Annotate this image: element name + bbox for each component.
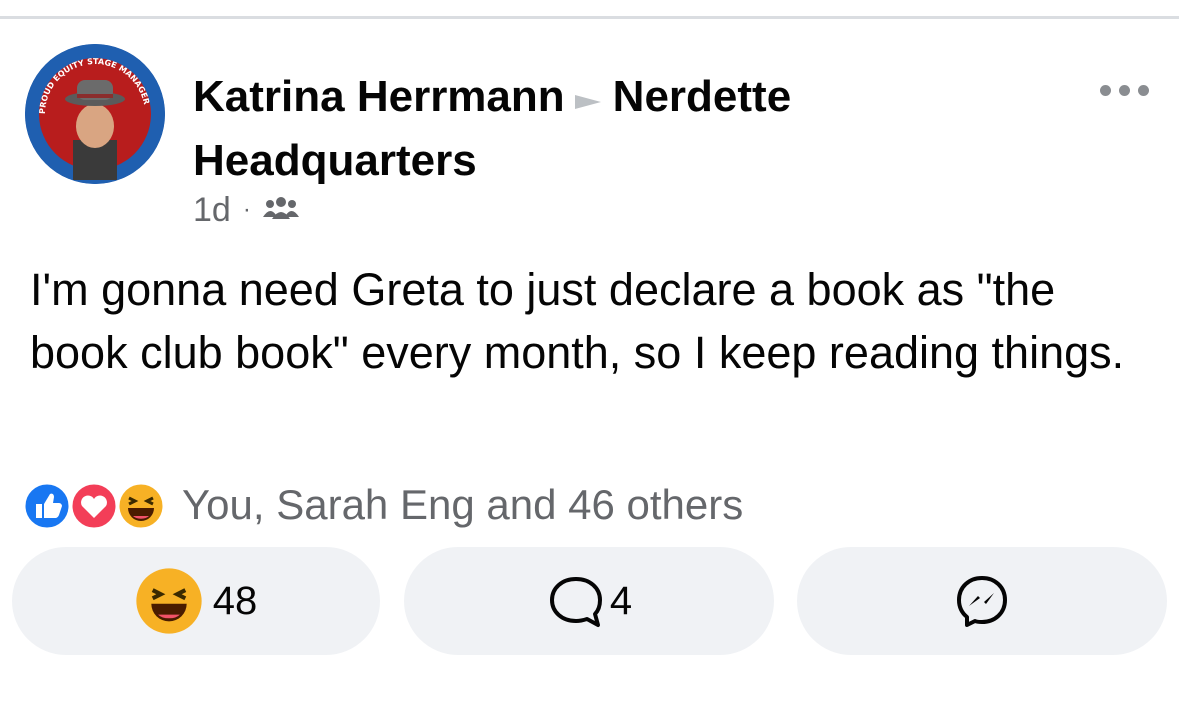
more-options-icon[interactable]	[1100, 80, 1154, 100]
meta-separator: ·	[242, 196, 251, 223]
timestamp[interactable]: 1d	[193, 191, 231, 230]
haha-icon	[136, 568, 202, 634]
react-count: 48	[212, 578, 258, 623]
reaction-summary-text: You, Sarah Eng and 46 others	[182, 481, 744, 528]
love-icon	[69, 481, 119, 531]
reaction-icons	[22, 477, 182, 533]
arrow-right-icon	[573, 68, 605, 130]
haha-icon	[116, 481, 166, 531]
react-button[interactable]: 48	[12, 547, 380, 655]
like-icon	[22, 481, 72, 531]
post-header: Katrina Herrmann Nerdette Headquarters	[193, 66, 1013, 192]
group-icon	[262, 191, 299, 230]
comment-button[interactable]: 4	[404, 547, 774, 655]
comment-count: 4	[609, 578, 633, 623]
post-text: I'm gonna need Greta to just declare a b…	[30, 264, 1125, 378]
top-divider	[0, 16, 1179, 19]
messenger-icon	[957, 576, 1007, 627]
author-name[interactable]: Katrina Herrmann	[193, 72, 565, 121]
comment-icon	[549, 577, 602, 627]
reaction-summary[interactable]: You, Sarah Eng and 46 others	[22, 475, 743, 535]
send-button[interactable]	[797, 547, 1167, 655]
post-meta: 1d ·	[193, 188, 299, 232]
avatar-image: PROUD EQUITY STAGE MANAGER	[25, 44, 165, 184]
avatar[interactable]: PROUD EQUITY STAGE MANAGER	[25, 44, 165, 184]
